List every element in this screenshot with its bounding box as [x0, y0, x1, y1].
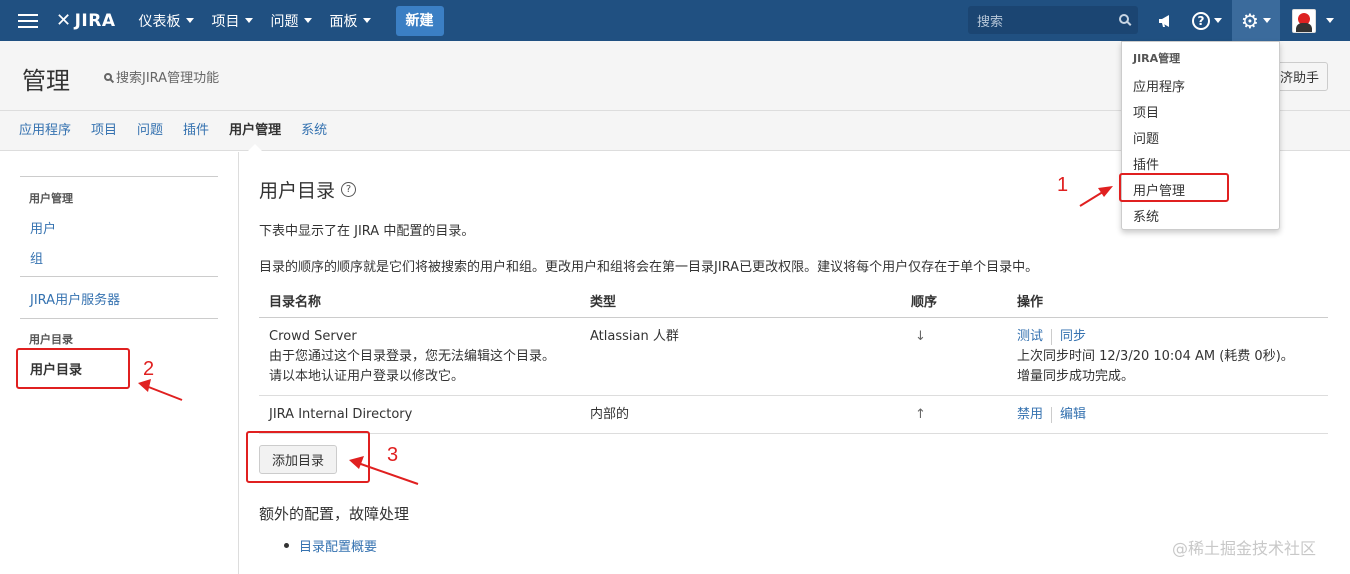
annotation-arrows [138, 186, 1113, 485]
annotation-arrow-2 [138, 379, 183, 401]
annotation-arrow-1 [1079, 186, 1113, 207]
watermark: @稀土掘金技术社区 [1172, 539, 1317, 558]
annotation-arrow-3 [349, 456, 419, 485]
